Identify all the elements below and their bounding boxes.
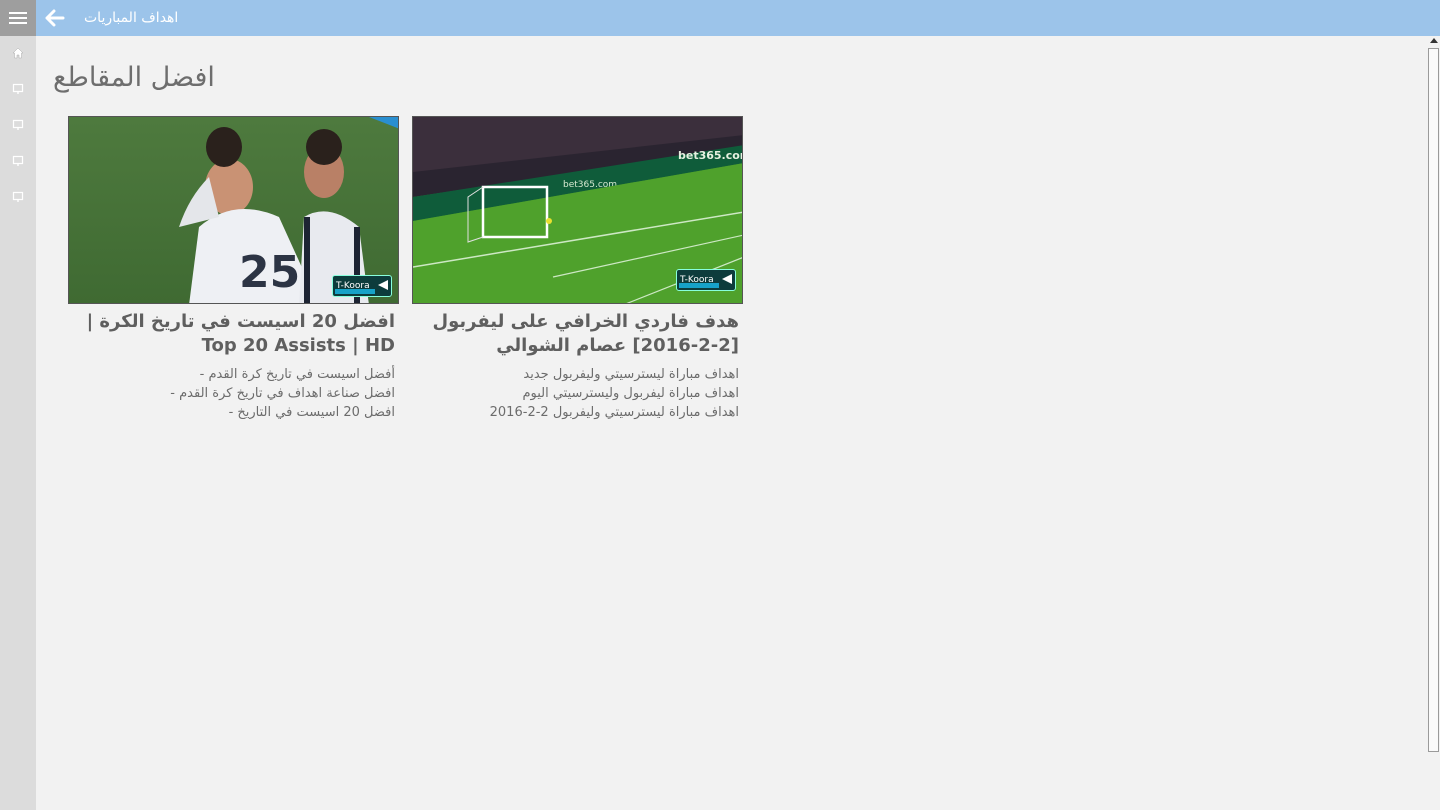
monitor-icon[interactable] [9, 80, 27, 98]
monitor-icon[interactable] [9, 116, 27, 134]
section-title: افضل المقاطع [53, 62, 215, 93]
speaker-icon [722, 274, 732, 284]
video-thumbnail[interactable]: bet365.com bet365.com T-Koora [412, 116, 743, 304]
video-title[interactable]: افضل 20 اسيست في تاريخ الكرة | Top 20 As… [68, 310, 399, 358]
channel-watermark: T-Koora [332, 275, 392, 297]
app-title: اهداف المباريات [84, 10, 179, 26]
svg-text:bet365.com: bet365.com [678, 149, 743, 162]
vertical-scrollbar[interactable] [1427, 36, 1440, 810]
scroll-thumb[interactable] [1428, 48, 1439, 752]
video-card[interactable]: bet365.com bet365.com T-Koora هدف فاردي … [412, 116, 743, 422]
speaker-icon [378, 280, 388, 290]
header-bar: اهداف المباريات [36, 0, 1440, 36]
hamburger-menu-icon[interactable] [0, 0, 36, 36]
video-card[interactable]: 25 T-Koora افضل 20 اسيست في تاريخ الكرة … [68, 116, 399, 422]
home-icon[interactable] [9, 44, 27, 62]
nav-rail [0, 0, 36, 810]
monitor-icon[interactable] [9, 188, 27, 206]
monitor-icon[interactable] [9, 152, 27, 170]
watermark-bar [335, 289, 375, 294]
video-title[interactable]: هدف فاردي الخرافي على ليفربول [2-2-2016]… [412, 310, 743, 358]
video-description: اهداف مباراة ليسترسيتي وليفربول جديد اهد… [489, 367, 739, 420]
scroll-up-arrow-icon[interactable] [1430, 38, 1438, 43]
back-arrow-icon[interactable] [42, 5, 68, 31]
channel-watermark: T-Koora [676, 269, 736, 291]
video-description: أفضل اسيست في تاريخ كرة القدم - افضل صنا… [170, 367, 395, 420]
video-thumbnail[interactable]: 25 T-Koora [68, 116, 399, 304]
svg-text:25: 25 [239, 247, 300, 298]
main-content: افضل المقاطع 25 T-Koora افضل 20 اسيست في… [36, 36, 1427, 810]
watermark-bar [679, 283, 719, 288]
